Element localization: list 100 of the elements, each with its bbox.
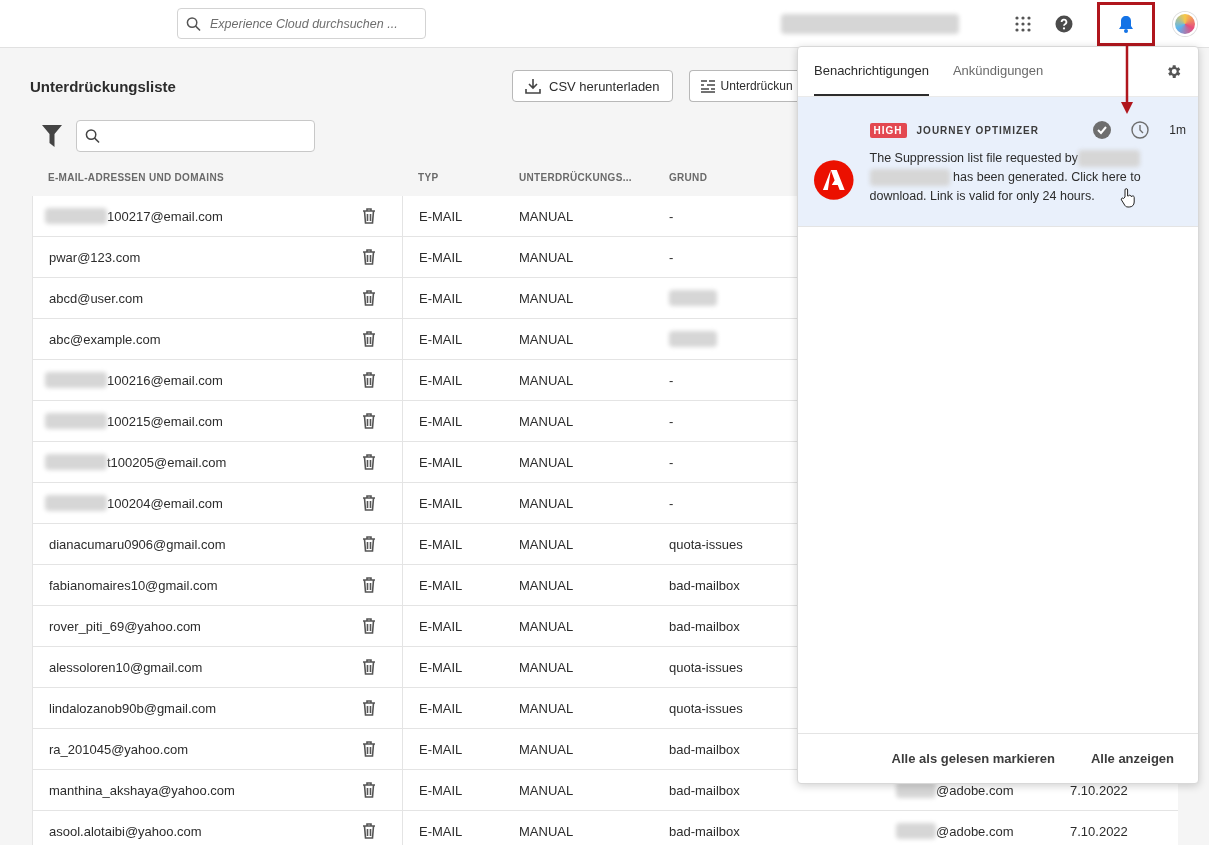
help-icon[interactable] <box>1055 14 1073 33</box>
table-cell: quota-issues <box>669 536 743 552</box>
table-cell: MANUAL <box>519 249 574 265</box>
table-cell: MANUAL <box>519 782 574 798</box>
table-cell: - <box>669 454 674 470</box>
search-icon <box>186 16 201 31</box>
check-circle-icon[interactable] <box>1093 121 1112 139</box>
settings-icon[interactable] <box>1165 63 1182 80</box>
trash-icon[interactable] <box>362 741 376 757</box>
notification-time: 1m <box>1169 123 1186 137</box>
trash-icon[interactable] <box>362 618 376 634</box>
trash-icon[interactable] <box>362 659 376 675</box>
download-button[interactable]: CSV herunterladen <box>512 70 673 102</box>
sliders-icon <box>699 79 716 93</box>
table-cell: bad-mailbox <box>669 577 740 593</box>
table-cell: abcd@user.com <box>49 290 144 306</box>
table-cell: E-MAIL <box>419 536 463 552</box>
table-cell: E-MAIL <box>419 495 463 511</box>
table-cell: MANUAL <box>519 618 574 634</box>
table-cell: abc@example.com <box>49 331 161 347</box>
table-cell: - <box>669 249 674 265</box>
table-cell: E-MAIL <box>419 782 463 798</box>
adobe-logo-icon <box>814 160 854 200</box>
table-cell: ra_201045@yahoo.com <box>49 741 188 757</box>
trash-icon[interactable] <box>362 208 376 224</box>
clock-icon[interactable] <box>1131 121 1150 139</box>
table-cell: E-MAIL <box>419 577 463 593</box>
table-cell: lindalozanob90b@gmail.com <box>49 700 217 716</box>
table-cell: MANUAL <box>519 741 574 757</box>
table-cell: MANUAL <box>519 454 574 470</box>
tab[interactable]: Ankündigungen <box>952 47 1044 96</box>
table-cell: 100216@email.com <box>107 372 223 388</box>
table-cell: bad-mailbox <box>669 618 740 634</box>
apps-grid-icon[interactable] <box>1015 15 1031 32</box>
table-cell: MANUAL <box>519 413 574 429</box>
trash-icon[interactable] <box>362 823 376 839</box>
trash-icon[interactable] <box>362 249 376 265</box>
table-cell: - <box>669 413 674 429</box>
table-cell: @adobe.com <box>936 823 1014 839</box>
table-cell: MANUAL <box>519 659 574 675</box>
table-cell: - <box>669 208 674 224</box>
table-cell: 100215@email.com <box>107 413 223 429</box>
column-header[interactable]: UNTERDRÜCKUNGS... <box>519 171 632 183</box>
search-icon <box>85 128 100 144</box>
trash-icon[interactable] <box>362 495 376 511</box>
settings-button[interactable]: Unterdrückun <box>688 70 799 102</box>
table-cell: E-MAIL <box>419 618 463 634</box>
table-cell: dianacumaru0906@gmail.com <box>49 536 226 552</box>
trash-icon[interactable] <box>362 454 376 470</box>
show-all-button[interactable]: Alle anzeigen <box>1090 751 1174 766</box>
table-cell: E-MAIL <box>419 454 463 470</box>
bell-icon[interactable] <box>1118 14 1134 33</box>
table-cell: @adobe.com <box>936 782 1014 798</box>
table-cell: MANUAL <box>519 208 574 224</box>
table-cell: 7.10.2022 <box>1070 823 1128 839</box>
table-cell: E-MAIL <box>419 208 463 224</box>
table-cell: - <box>669 372 674 388</box>
trash-icon[interactable] <box>362 782 376 798</box>
table-search-field[interactable] <box>76 120 315 152</box>
trash-icon[interactable] <box>362 372 376 388</box>
trash-icon[interactable] <box>362 413 376 429</box>
trash-icon[interactable] <box>362 577 376 593</box>
table-cell: MANUAL <box>519 577 574 593</box>
notification-item[interactable]: HIGH JOURNEY OPTIMIZER 1m The Suppression list file requested by has been generated. Click here to download. Link is valid for only 24 hours. <box>798 97 1198 227</box>
notification-source: JOURNEY OPTIMIZER <box>916 124 1039 136</box>
table-cell: E-MAIL <box>419 331 463 347</box>
table-cell: fabianomaires10@gmail.com <box>49 577 218 593</box>
table-cell: E-MAIL <box>419 249 463 265</box>
download-icon <box>525 78 541 94</box>
table-cell: bad-mailbox <box>669 782 740 798</box>
table-cell: t100205@email.com <box>107 454 227 470</box>
mark-all-read-button[interactable]: Alle als gelesen markieren <box>891 751 1055 766</box>
notification-message[interactable]: The Suppression list file requested by has been generated. Click here to download. Link is valid for only 24 hours. <box>869 149 1150 206</box>
table-cell: MANUAL <box>519 823 574 839</box>
table-cell: alessoloren10@gmail.com <box>49 659 203 675</box>
page-title: Unterdrückungsliste <box>30 77 177 95</box>
table-cell: asool.alotaibi@yahoo.com <box>49 823 202 839</box>
trash-icon[interactable] <box>362 331 376 347</box>
table-cell: - <box>669 495 674 511</box>
filter-icon[interactable] <box>42 125 62 147</box>
table-cell: E-MAIL <box>419 290 463 306</box>
table-cell: 100217@email.com <box>107 208 223 224</box>
table-cell: MANUAL <box>519 290 574 306</box>
table-cell: MANUAL <box>519 331 574 347</box>
column-header[interactable]: E-MAIL-ADRESSEN UND DOMAINS <box>48 171 224 183</box>
table-cell: E-MAIL <box>419 659 463 675</box>
table-cell: bad-mailbox <box>669 741 740 757</box>
trash-icon[interactable] <box>362 700 376 716</box>
trash-icon[interactable] <box>362 536 376 552</box>
avatar[interactable] <box>1173 11 1197 36</box>
priority-badge: HIGH <box>869 122 907 138</box>
table-cell: quota-issues <box>669 659 743 675</box>
column-header[interactable]: TYP <box>418 171 439 183</box>
table-cell: MANUAL <box>519 700 574 716</box>
table-cell: rover_piti_69@yahoo.com <box>49 618 201 634</box>
trash-icon[interactable] <box>362 290 376 306</box>
search-field[interactable]: Experience Cloud durchsuchen ... <box>177 8 426 39</box>
column-header[interactable]: GRUND <box>669 171 708 183</box>
table-cell: manthina_akshaya@yahoo.com <box>49 782 235 798</box>
table-cell: pwar@123.com <box>49 249 141 265</box>
